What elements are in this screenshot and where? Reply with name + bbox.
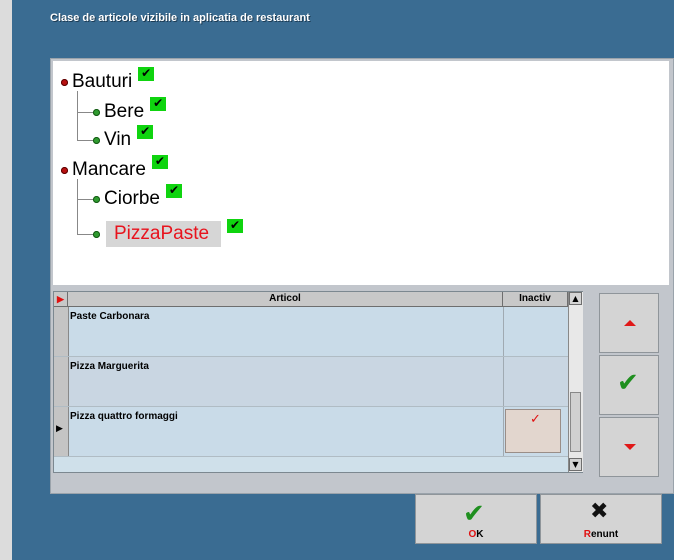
cancel-button[interactable]: ✖ Renunt <box>540 494 662 544</box>
tree-connector <box>77 112 93 113</box>
column-divider <box>503 307 504 356</box>
tree-node-mancare[interactable]: Mancare ✔ <box>61 155 168 181</box>
node-bullet-icon <box>93 195 100 203</box>
row-indicator[interactable] <box>54 307 69 356</box>
tree-node-label: Ciorbe <box>104 188 160 209</box>
node-bullet-icon <box>61 78 68 86</box>
column-header-inactiv[interactable]: Inactiv <box>503 292 568 306</box>
table-row[interactable]: Paste Carbonara <box>54 307 568 357</box>
checkmark-icon: ✔ <box>617 368 639 398</box>
cancel-label: Renunt <box>583 529 619 540</box>
inactiv-toggle-button[interactable]: ✓ <box>505 409 561 453</box>
tree-node-label: Bere <box>104 101 145 122</box>
current-row-marker-icon: ▶ <box>56 424 63 434</box>
grid-scrollbar[interactable]: ▲ ▼ <box>568 292 583 472</box>
checkbox-checked-icon[interactable]: ✔ <box>165 184 182 198</box>
checkbox-checked-icon[interactable]: ✔ <box>151 155 168 169</box>
node-bullet-icon <box>93 230 100 238</box>
window-title: Clase de articole vizibile in aplicatia … <box>50 12 310 24</box>
column-divider <box>503 407 504 456</box>
tree-node-ciorbe[interactable]: Ciorbe ✔ <box>93 184 182 210</box>
checkbox-checked-icon[interactable]: ✔ <box>138 67 155 81</box>
confirm-button[interactable]: ✔ <box>599 355 659 415</box>
checkmark-icon: ✔ <box>463 499 485 529</box>
ok-button[interactable]: ✔ OK <box>415 494 537 544</box>
content-panel: Bauturi ✔ Bere ✔ Vin ✔ Mancare ✔ Ciorbe <box>50 58 674 494</box>
cell-articol[interactable]: Pizza quattro formaggi <box>70 411 500 422</box>
tree-node-label: Mancare <box>72 159 146 180</box>
column-header-articol[interactable]: Articol <box>68 292 503 306</box>
articles-grid: ▶ Articol Inactiv Paste Carbonara Pizza … <box>53 291 583 473</box>
close-icon: ✖ <box>590 499 609 524</box>
node-bullet-icon <box>93 108 100 116</box>
inactiv-mark-icon: ✓ <box>530 412 541 427</box>
tree-connector <box>77 91 78 141</box>
tree-node-label: PizzaPaste <box>106 221 222 247</box>
grid-header: ▶ Articol Inactiv <box>54 292 582 307</box>
move-up-button[interactable] <box>599 293 659 353</box>
cell-articol[interactable]: Pizza Marguerita <box>70 361 500 372</box>
table-row[interactable]: ▶ Pizza quattro formaggi ✓ <box>54 407 568 457</box>
checkbox-checked-icon[interactable]: ✔ <box>150 97 167 111</box>
row-indicator[interactable] <box>54 357 69 406</box>
tree-node-label: Vin <box>104 129 132 150</box>
window-frame: Clase de articole vizibile in aplicatia … <box>12 0 674 560</box>
arrow-down-icon <box>624 444 636 450</box>
ok-label: OK <box>468 529 484 540</box>
scroll-thumb[interactable] <box>570 392 581 452</box>
arrow-up-icon <box>624 320 636 326</box>
tree-node-bauturi[interactable]: Bauturi ✔ <box>61 67 155 93</box>
current-column-marker-icon: ▶ <box>54 292 68 306</box>
node-bullet-icon <box>61 166 68 174</box>
scroll-up-button[interactable]: ▲ <box>569 292 582 305</box>
tree-node-vin[interactable]: Vin ✔ <box>93 125 154 151</box>
tree-connector <box>77 234 93 235</box>
tree-connector <box>77 140 93 141</box>
tree-connector <box>77 199 93 200</box>
node-bullet-icon <box>93 136 100 144</box>
cell-articol[interactable]: Paste Carbonara <box>70 311 500 322</box>
scroll-down-button[interactable]: ▼ <box>569 458 582 471</box>
row-indicator[interactable]: ▶ <box>54 407 69 456</box>
tree-connector <box>77 179 78 235</box>
table-row[interactable]: Pizza Marguerita <box>54 357 568 407</box>
checkbox-checked-icon[interactable]: ✔ <box>227 219 244 233</box>
move-down-button[interactable] <box>599 417 659 477</box>
tree-node-bere[interactable]: Bere ✔ <box>93 97 167 123</box>
checkbox-checked-icon[interactable]: ✔ <box>137 125 154 139</box>
tree-node-pizzapaste[interactable]: PizzaPaste ✔ <box>93 219 244 247</box>
column-divider <box>503 357 504 406</box>
tree-node-label: Bauturi <box>72 71 133 92</box>
category-tree[interactable]: Bauturi ✔ Bere ✔ Vin ✔ Mancare ✔ Ciorbe <box>53 61 669 285</box>
